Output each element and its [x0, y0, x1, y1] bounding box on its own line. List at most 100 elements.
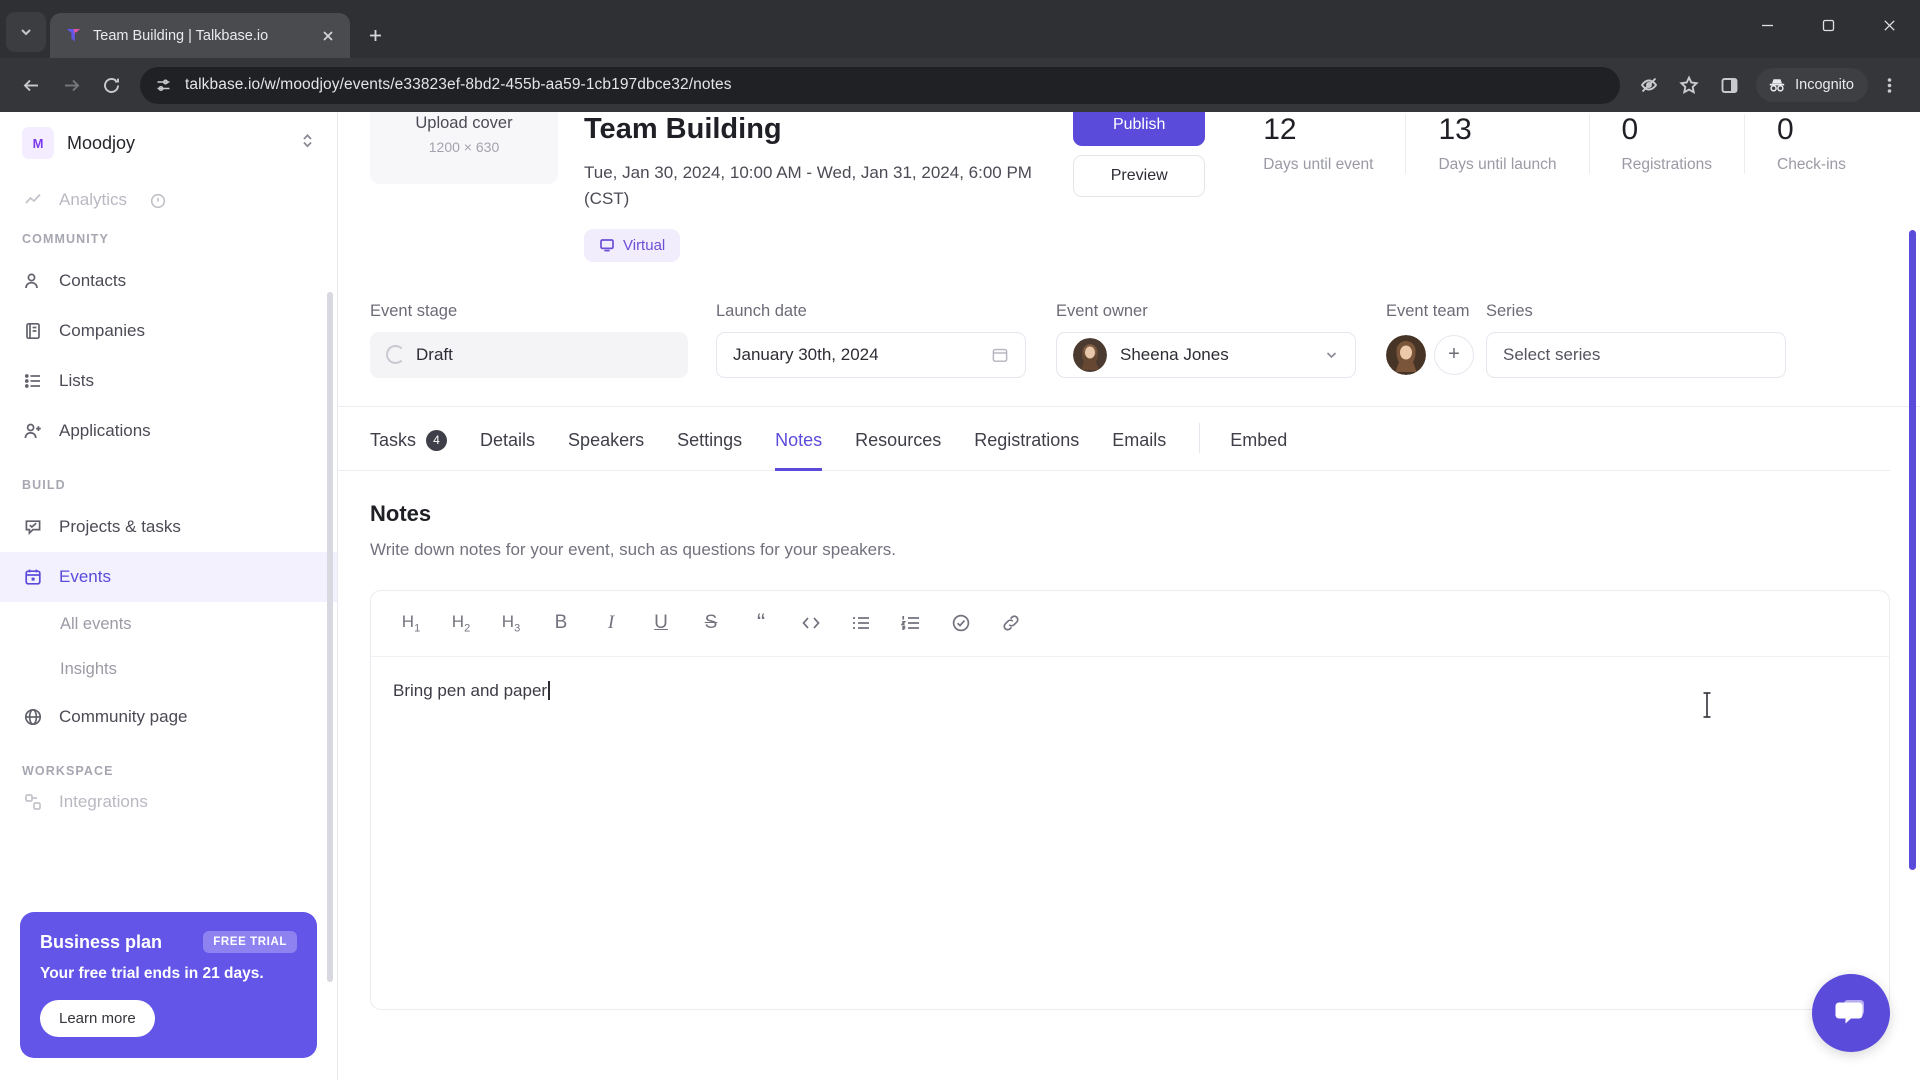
workspace-switcher[interactable]: M Moodjoy [0, 112, 337, 174]
bold-button[interactable]: B [541, 603, 581, 643]
calendar-small-icon[interactable] [991, 346, 1009, 364]
tab-search-button[interactable] [6, 12, 46, 52]
browser-window: Team Building | Talkbase.io talkbase.io/… [0, 0, 1920, 1080]
checklist-button[interactable] [941, 603, 981, 643]
notes-heading: Notes [370, 500, 432, 526]
tab-resources[interactable]: Resources [855, 408, 941, 471]
integrations-icon [22, 792, 43, 813]
free-trial-badge: FREE TRIAL [203, 931, 297, 953]
code-button[interactable] [791, 603, 831, 643]
side-panel-icon [1721, 77, 1738, 93]
new-tab-button[interactable] [358, 18, 392, 52]
address-bar[interactable]: talkbase.io/w/moodjoy/events/e33823ef-8b… [140, 66, 1621, 104]
sidebar-section-build: BUILD [22, 478, 66, 492]
tab-emails[interactable]: Emails [1112, 408, 1166, 471]
tab-label: Emails [1112, 429, 1167, 450]
event-stage-value: Draft [416, 344, 453, 364]
event-stage-label: Event stage [370, 301, 458, 320]
browser-tab[interactable]: Team Building | Talkbase.io [50, 13, 350, 58]
browser-menu-button[interactable] [1870, 66, 1908, 104]
sidebar-item-projects-tasks[interactable]: Projects & tasks [0, 502, 337, 552]
tab-details[interactable]: Details [480, 408, 535, 471]
sidebar-item-analytics[interactable]: Analytics [0, 176, 337, 210]
stat-value: 0 [1621, 113, 1639, 146]
event-owner-select[interactable]: Sheena Jones [1056, 331, 1356, 378]
chevron-down-icon[interactable] [1324, 347, 1339, 362]
stat-label: Check-ins [1777, 155, 1846, 173]
reload-icon [103, 77, 119, 93]
tracking-protection-button[interactable] [1630, 66, 1668, 104]
tab-speakers[interactable]: Speakers [568, 408, 644, 471]
avatar[interactable] [1386, 334, 1426, 375]
forward-button[interactable] [52, 66, 90, 104]
chat-widget-button[interactable] [1812, 974, 1890, 1052]
workspace-name: Moodjoy [67, 132, 136, 153]
sidebar-item-integrations[interactable]: Integrations [0, 788, 337, 816]
sidebar-item-insights[interactable]: Insights [0, 647, 337, 692]
tab-tasks[interactable]: Tasks 4 [370, 408, 448, 471]
stat-days-until-event: 12 Days until event [1231, 114, 1405, 174]
upload-cover-button[interactable]: Upload cover 1200 × 630 [370, 112, 558, 184]
maximize-button[interactable] [1798, 0, 1859, 50]
main-scrollbar[interactable] [1909, 230, 1916, 870]
sidebar-item-contacts[interactable]: Contacts [0, 256, 337, 306]
preview-button[interactable]: Preview [1073, 155, 1206, 197]
blockquote-button[interactable]: “ [741, 603, 781, 643]
minimize-button[interactable] [1737, 0, 1798, 50]
heading-2-button[interactable]: H2 [441, 603, 481, 643]
side-panel-button[interactable] [1710, 66, 1748, 104]
sidebar-item-community-page[interactable]: Community page [0, 692, 337, 742]
tab-tasks-count: 4 [426, 429, 448, 451]
sidebar-item-applications[interactable]: Applications [0, 406, 337, 456]
link-button[interactable] [991, 603, 1031, 643]
analytics-icon [22, 189, 43, 210]
ordered-list-button[interactable] [891, 603, 931, 643]
chevron-updown-icon[interactable] [300, 132, 315, 154]
url-text: talkbase.io/w/moodjoy/events/e33823ef-8b… [185, 76, 732, 93]
reload-button[interactable] [92, 66, 130, 104]
launch-date-label: Launch date [716, 301, 807, 320]
sidebar-item-all-events[interactable]: All events [0, 602, 337, 647]
italic-button[interactable]: I [591, 603, 631, 643]
add-team-member-button[interactable]: + [1434, 334, 1474, 375]
stat-label: Days until launch [1438, 155, 1557, 173]
window-controls [1737, 0, 1920, 50]
launch-date-input[interactable]: January 30th, 2024 [716, 331, 1026, 378]
strikethrough-button[interactable]: S [691, 603, 731, 643]
tab-registrations[interactable]: Registrations [974, 408, 1079, 471]
sidebar-item-label: Analytics [59, 190, 128, 209]
sidebar-item-events[interactable]: Events [0, 552, 337, 602]
underline-button[interactable]: U [641, 603, 681, 643]
launch-date-field: Launch date January 30th, 2024 [716, 302, 1026, 378]
sidebar-subitem-label: All events [60, 615, 132, 633]
heading-3-button[interactable]: H3 [491, 603, 531, 643]
tasks-icon [22, 517, 43, 538]
close-button[interactable] [1859, 0, 1920, 50]
tab-embed[interactable]: Embed [1230, 408, 1287, 471]
notes-editor: H1 H2 H3 B I U S “ Bring pen and paper [370, 589, 1890, 1010]
main-content: Upload cover 1200 × 630 Team Building Tu… [338, 112, 1920, 1080]
sidebar-scrollbar[interactable] [327, 292, 333, 982]
sidebar-item-label: Applications [59, 421, 151, 440]
stat-days-until-launch: 13 Days until launch [1405, 114, 1588, 174]
back-button[interactable] [12, 66, 50, 104]
tab-settings[interactable]: Settings [677, 408, 742, 471]
publish-button[interactable]: Publish [1073, 112, 1206, 146]
info-icon[interactable] [150, 193, 167, 210]
tab-divider [1199, 423, 1201, 454]
series-select[interactable]: Select series [1486, 331, 1786, 378]
heading-1-button[interactable]: H1 [391, 603, 431, 643]
bookmark-button[interactable] [1670, 66, 1708, 104]
workspace-avatar: M [22, 127, 54, 159]
notes-textarea[interactable]: Bring pen and paper [371, 657, 1889, 1009]
bullet-list-button[interactable] [841, 603, 881, 643]
sidebar-item-companies[interactable]: Companies [0, 306, 337, 356]
tab-close-button[interactable] [316, 24, 340, 48]
tab-notes[interactable]: Notes [775, 408, 823, 471]
incognito-indicator[interactable]: Incognito [1756, 68, 1868, 102]
learn-more-button[interactable]: Learn more [40, 1000, 155, 1037]
sidebar-item-lists[interactable]: Lists [0, 356, 337, 406]
event-stage-select[interactable]: Draft [370, 331, 688, 378]
site-settings-icon[interactable] [154, 76, 173, 95]
tab-label: Resources [855, 429, 942, 450]
